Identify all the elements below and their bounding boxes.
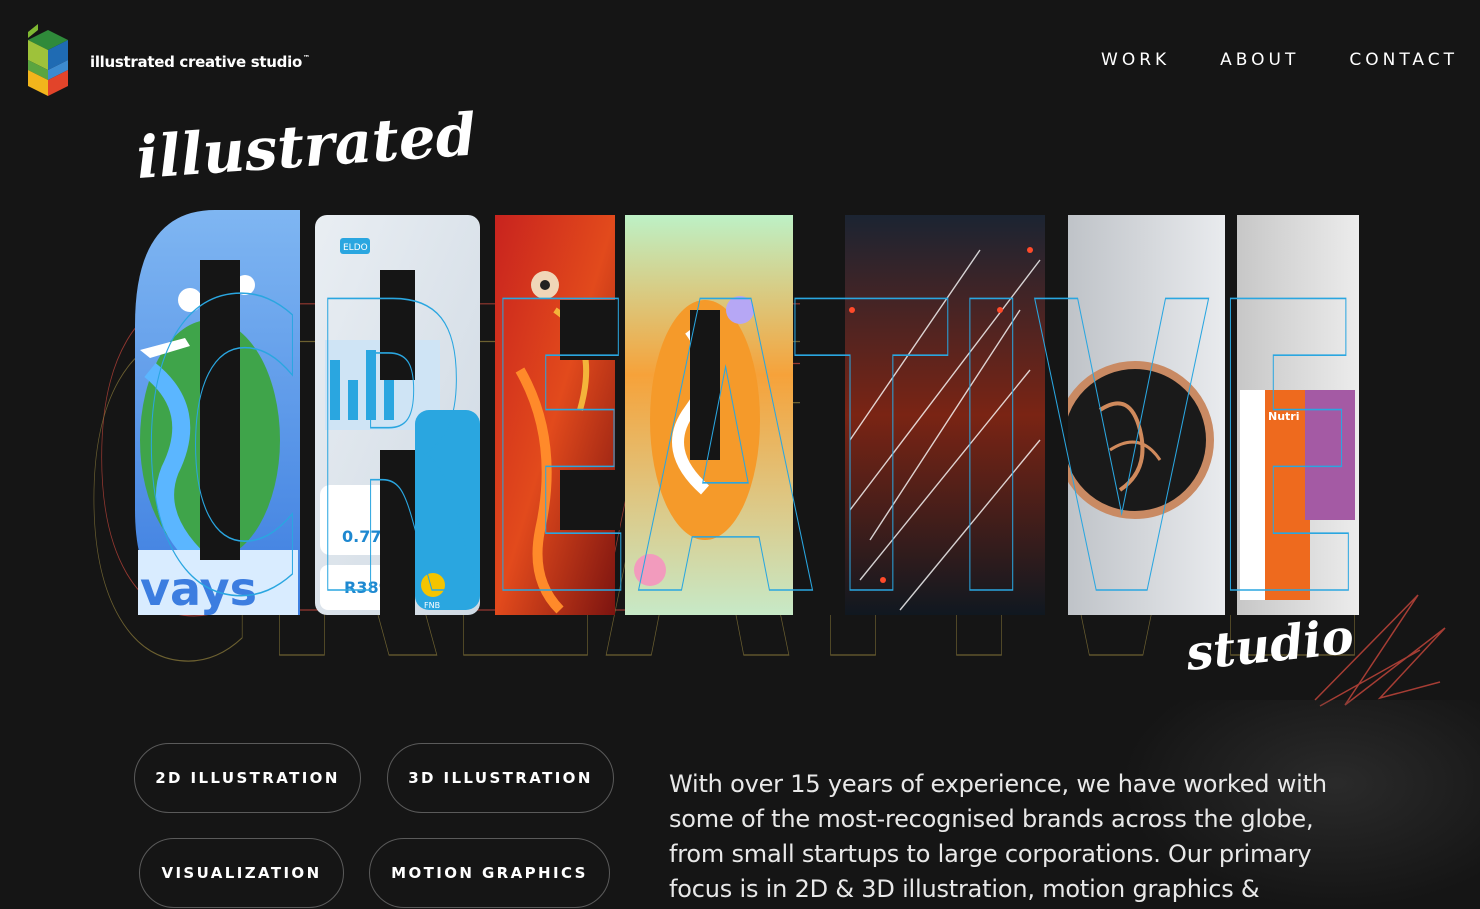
service-3d-illustration-button[interactable]: 3D ILLUSTRATION	[387, 743, 614, 813]
main-nav: WORK ABOUT CONTACT	[1101, 50, 1458, 70]
nav-about-link[interactable]: ABOUT	[1220, 50, 1299, 70]
nav-contact-link[interactable]: CONTACT	[1349, 50, 1458, 70]
service-visualization-button[interactable]: VISUALIZATION	[139, 838, 344, 908]
service-motion-graphics-button[interactable]: MOTION GRAPHICS	[369, 838, 610, 908]
service-2d-illustration-button[interactable]: 2D ILLUSTRATION	[134, 743, 361, 813]
services-list: 2D ILLUSTRATION 3D ILLUSTRATION VISUALIZ…	[0, 0, 640, 909]
about-paragraph: With over 15 years of experience, we hav…	[669, 770, 1327, 903]
nav-work-link[interactable]: WORK	[1101, 50, 1170, 70]
